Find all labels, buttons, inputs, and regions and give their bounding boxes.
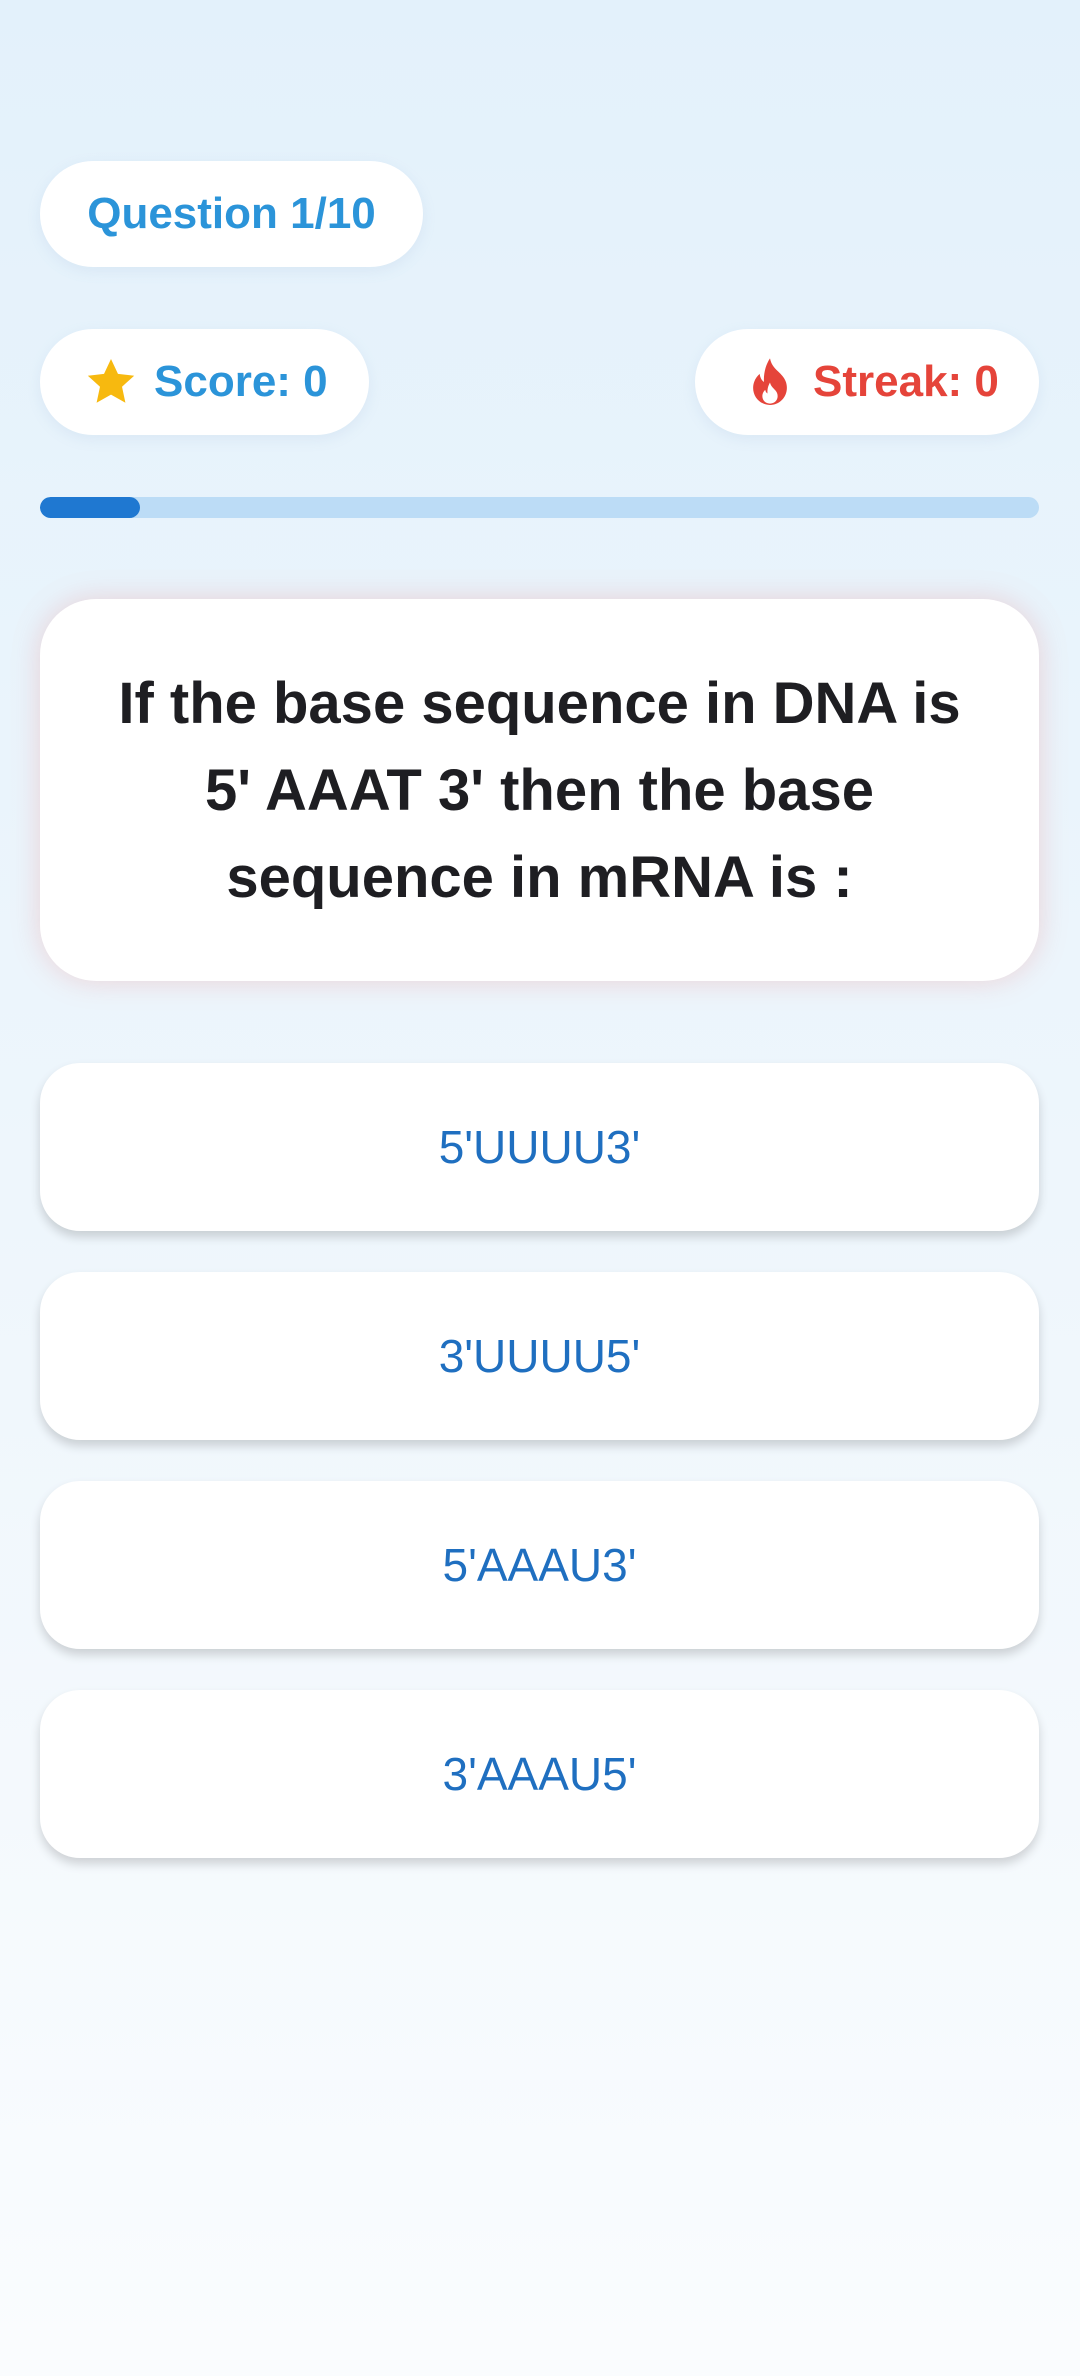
score-badge: Score: 0 (40, 329, 369, 435)
answer-option-label: 5'AAAU3' (442, 1539, 637, 1591)
question-text: If the base sequence in DNA is 5' AAAT 3… (118, 670, 961, 910)
score-label: Score: 0 (154, 357, 328, 406)
question-counter-badge: Question 1/10 (40, 161, 423, 267)
answer-option-2[interactable]: 3'UUUU5' (40, 1272, 1039, 1440)
streak-label: Streak: 0 (813, 357, 999, 406)
flame-icon (743, 355, 797, 409)
question-card: If the base sequence in DNA is 5' AAAT 3… (40, 599, 1039, 981)
question-counter-label: Question 1/10 (87, 189, 376, 238)
answer-option-1[interactable]: 5'UUUU3' (40, 1063, 1039, 1231)
quiz-progress-fill (40, 497, 140, 518)
answer-option-4[interactable]: 3'AAAU5' (40, 1690, 1039, 1858)
answer-option-3[interactable]: 5'AAAU3' (40, 1481, 1039, 1649)
answer-option-label: 3'AAAU5' (442, 1748, 637, 1800)
star-icon (84, 355, 138, 409)
quiz-progress-bar (40, 497, 1039, 518)
answer-option-label: 3'UUUU5' (438, 1330, 641, 1382)
answer-option-label: 5'UUUU3' (438, 1121, 641, 1173)
streak-badge: Streak: 0 (695, 329, 1039, 435)
